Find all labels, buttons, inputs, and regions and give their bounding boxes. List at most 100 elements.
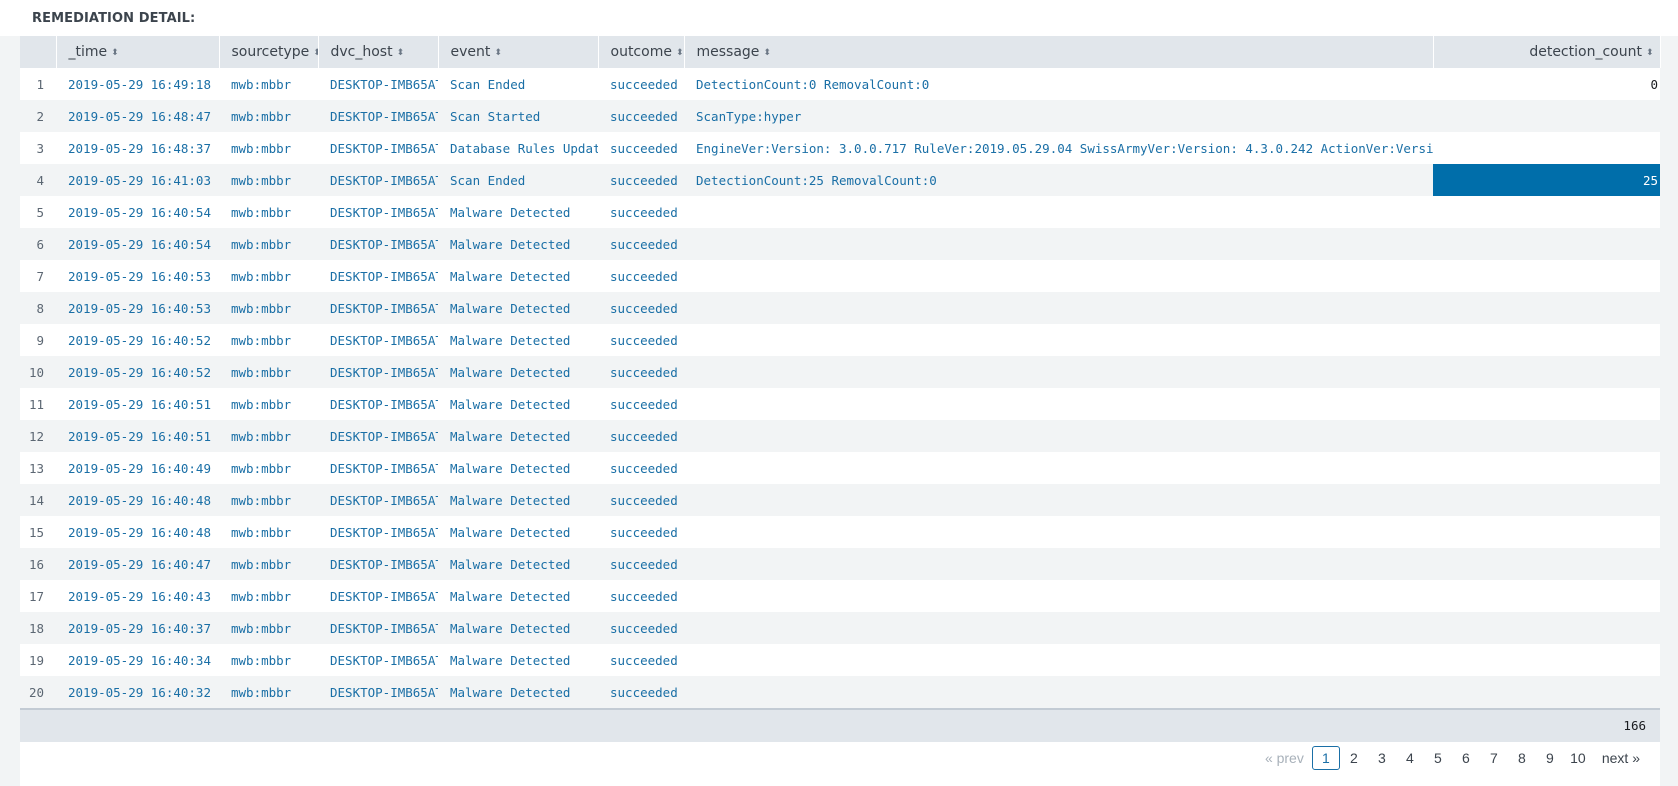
cell-outcome[interactable]: succeeded <box>598 452 684 484</box>
cell-event[interactable]: Malware Detected <box>438 292 598 324</box>
column-header-dvc-host[interactable]: dvc_host ⬍ <box>318 36 439 68</box>
page-link-4[interactable]: 4 <box>1396 746 1424 770</box>
cell-detection-count[interactable]: 25 <box>1433 164 1660 196</box>
cell-sourcetype[interactable]: mwb:mbbr <box>219 644 318 676</box>
page-link-9[interactable]: 9 <box>1536 746 1564 770</box>
cell-event[interactable]: Malware Detected <box>438 644 598 676</box>
cell-time[interactable]: 2019-05-29 16:40:34 <box>56 644 219 676</box>
cell-event[interactable]: Malware Detected <box>438 516 598 548</box>
cell-time[interactable]: 2019-05-29 16:48:37 <box>56 132 219 164</box>
cell-message[interactable]: ScanType:hyper <box>684 100 1433 132</box>
cell-sourcetype[interactable]: mwb:mbbr <box>219 228 318 260</box>
page-link-10[interactable]: 10 <box>1564 746 1592 770</box>
cell-event[interactable]: Malware Detected <box>438 324 598 356</box>
page-link-3[interactable]: 3 <box>1368 746 1396 770</box>
cell-sourcetype[interactable]: mwb:mbbr <box>219 452 318 484</box>
cell-event[interactable]: Malware Detected <box>438 484 598 516</box>
cell-sourcetype[interactable]: mwb:mbbr <box>219 676 318 708</box>
cell-sourcetype[interactable]: mwb:mbbr <box>219 324 318 356</box>
cell-event[interactable]: Malware Detected <box>438 612 598 644</box>
page-link-1[interactable]: 1 <box>1311 746 1340 770</box>
cell-message[interactable]: EngineVer:Version: 3.0.0.717 RuleVer:201… <box>684 132 1433 164</box>
cell-dvc-host[interactable]: DESKTOP-IMB65AT <box>318 324 438 356</box>
cell-sourcetype[interactable]: mwb:mbbr <box>219 68 318 100</box>
cell-event[interactable]: Scan Ended <box>438 68 598 100</box>
cell-dvc-host[interactable]: DESKTOP-IMB65AT <box>318 196 438 228</box>
cell-event[interactable]: Scan Started <box>438 100 598 132</box>
cell-outcome[interactable]: succeeded <box>598 100 684 132</box>
cell-event[interactable]: Malware Detected <box>438 452 598 484</box>
cell-dvc-host[interactable]: DESKTOP-IMB65AT <box>318 452 438 484</box>
cell-sourcetype[interactable]: mwb:mbbr <box>219 484 318 516</box>
cell-dvc-host[interactable]: DESKTOP-IMB65AT <box>318 420 438 452</box>
cell-dvc-host[interactable]: DESKTOP-IMB65AT <box>318 388 438 420</box>
sort-icon[interactable]: ⬍ <box>111 48 119 58</box>
cell-detection-count[interactable]: 0 <box>1433 68 1660 100</box>
cell-event[interactable]: Malware Detected <box>438 228 598 260</box>
cell-dvc-host[interactable]: DESKTOP-IMB65AT <box>318 516 438 548</box>
cell-time[interactable]: 2019-05-29 16:40:48 <box>56 516 219 548</box>
cell-outcome[interactable]: succeeded <box>598 260 684 292</box>
cell-sourcetype[interactable]: mwb:mbbr <box>219 164 318 196</box>
cell-time[interactable]: 2019-05-29 16:40:52 <box>56 324 219 356</box>
cell-time[interactable]: 2019-05-29 16:40:48 <box>56 484 219 516</box>
cell-event[interactable]: Malware Detected <box>438 548 598 580</box>
cell-sourcetype[interactable]: mwb:mbbr <box>219 580 318 612</box>
cell-event[interactable]: Malware Detected <box>438 420 598 452</box>
cell-time[interactable]: 2019-05-29 16:40:54 <box>56 228 219 260</box>
cell-dvc-host[interactable]: DESKTOP-IMB65AT <box>318 260 438 292</box>
cell-time[interactable]: 2019-05-29 16:40:51 <box>56 388 219 420</box>
cell-event[interactable]: Malware Detected <box>438 196 598 228</box>
column-header-event[interactable]: event ⬍ <box>438 36 599 68</box>
cell-outcome[interactable]: succeeded <box>598 612 684 644</box>
cell-time[interactable]: 2019-05-29 16:40:47 <box>56 548 219 580</box>
cell-outcome[interactable]: succeeded <box>598 68 684 100</box>
cell-event[interactable]: Malware Detected <box>438 260 598 292</box>
cell-dvc-host[interactable]: DESKTOP-IMB65AT <box>318 548 438 580</box>
cell-time[interactable]: 2019-05-29 16:49:18 <box>56 68 219 100</box>
cell-dvc-host[interactable]: DESKTOP-IMB65AT <box>318 228 438 260</box>
cell-message[interactable]: DetectionCount:25 RemovalCount:0 <box>684 164 1433 196</box>
sort-icon[interactable]: ⬍ <box>313 48 317 58</box>
cell-event[interactable]: Malware Detected <box>438 580 598 612</box>
cell-dvc-host[interactable]: DESKTOP-IMB65AT <box>318 676 438 708</box>
cell-time[interactable]: 2019-05-29 16:40:43 <box>56 580 219 612</box>
column-header-detection-count[interactable]: detection_count ⬍ <box>1433 36 1661 68</box>
cell-sourcetype[interactable]: mwb:mbbr <box>219 260 318 292</box>
cell-sourcetype[interactable]: mwb:mbbr <box>219 548 318 580</box>
sort-icon[interactable]: ⬍ <box>1646 48 1654 58</box>
sort-icon[interactable]: ⬍ <box>494 48 502 58</box>
cell-sourcetype[interactable]: mwb:mbbr <box>219 196 318 228</box>
cell-sourcetype[interactable]: mwb:mbbr <box>219 516 318 548</box>
cell-outcome[interactable]: succeeded <box>598 388 684 420</box>
column-header-message[interactable]: message ⬍ <box>684 36 1434 68</box>
column-header-time[interactable]: _time ⬍ <box>56 36 220 68</box>
cell-dvc-host[interactable]: DESKTOP-IMB65AT <box>318 356 438 388</box>
page-link-7[interactable]: 7 <box>1480 746 1508 770</box>
cell-time[interactable]: 2019-05-29 16:40:53 <box>56 292 219 324</box>
cell-time[interactable]: 2019-05-29 16:40:53 <box>56 260 219 292</box>
cell-event[interactable]: Malware Detected <box>438 676 598 708</box>
next-page-link[interactable]: next » <box>1602 750 1640 766</box>
cell-outcome[interactable]: succeeded <box>598 132 684 164</box>
cell-outcome[interactable]: succeeded <box>598 420 684 452</box>
cell-outcome[interactable]: succeeded <box>598 676 684 708</box>
cell-outcome[interactable]: succeeded <box>598 292 684 324</box>
prev-page-link[interactable]: « prev <box>1265 750 1304 766</box>
cell-sourcetype[interactable]: mwb:mbbr <box>219 388 318 420</box>
cell-outcome[interactable]: succeeded <box>598 164 684 196</box>
sort-icon[interactable]: ⬍ <box>763 48 771 58</box>
cell-outcome[interactable]: succeeded <box>598 516 684 548</box>
cell-sourcetype[interactable]: mwb:mbbr <box>219 100 318 132</box>
cell-dvc-host[interactable]: DESKTOP-IMB65AT <box>318 68 438 100</box>
cell-dvc-host[interactable]: DESKTOP-IMB65AT <box>318 580 438 612</box>
cell-outcome[interactable]: succeeded <box>598 324 684 356</box>
cell-sourcetype[interactable]: mwb:mbbr <box>219 132 318 164</box>
cell-dvc-host[interactable]: DESKTOP-IMB65AT <box>318 164 438 196</box>
cell-sourcetype[interactable]: mwb:mbbr <box>219 420 318 452</box>
cell-dvc-host[interactable]: DESKTOP-IMB65AT <box>318 100 438 132</box>
page-link-8[interactable]: 8 <box>1508 746 1536 770</box>
cell-message[interactable]: DetectionCount:0 RemovalCount:0 <box>684 68 1433 100</box>
cell-outcome[interactable]: succeeded <box>598 196 684 228</box>
cell-dvc-host[interactable]: DESKTOP-IMB65AT <box>318 292 438 324</box>
